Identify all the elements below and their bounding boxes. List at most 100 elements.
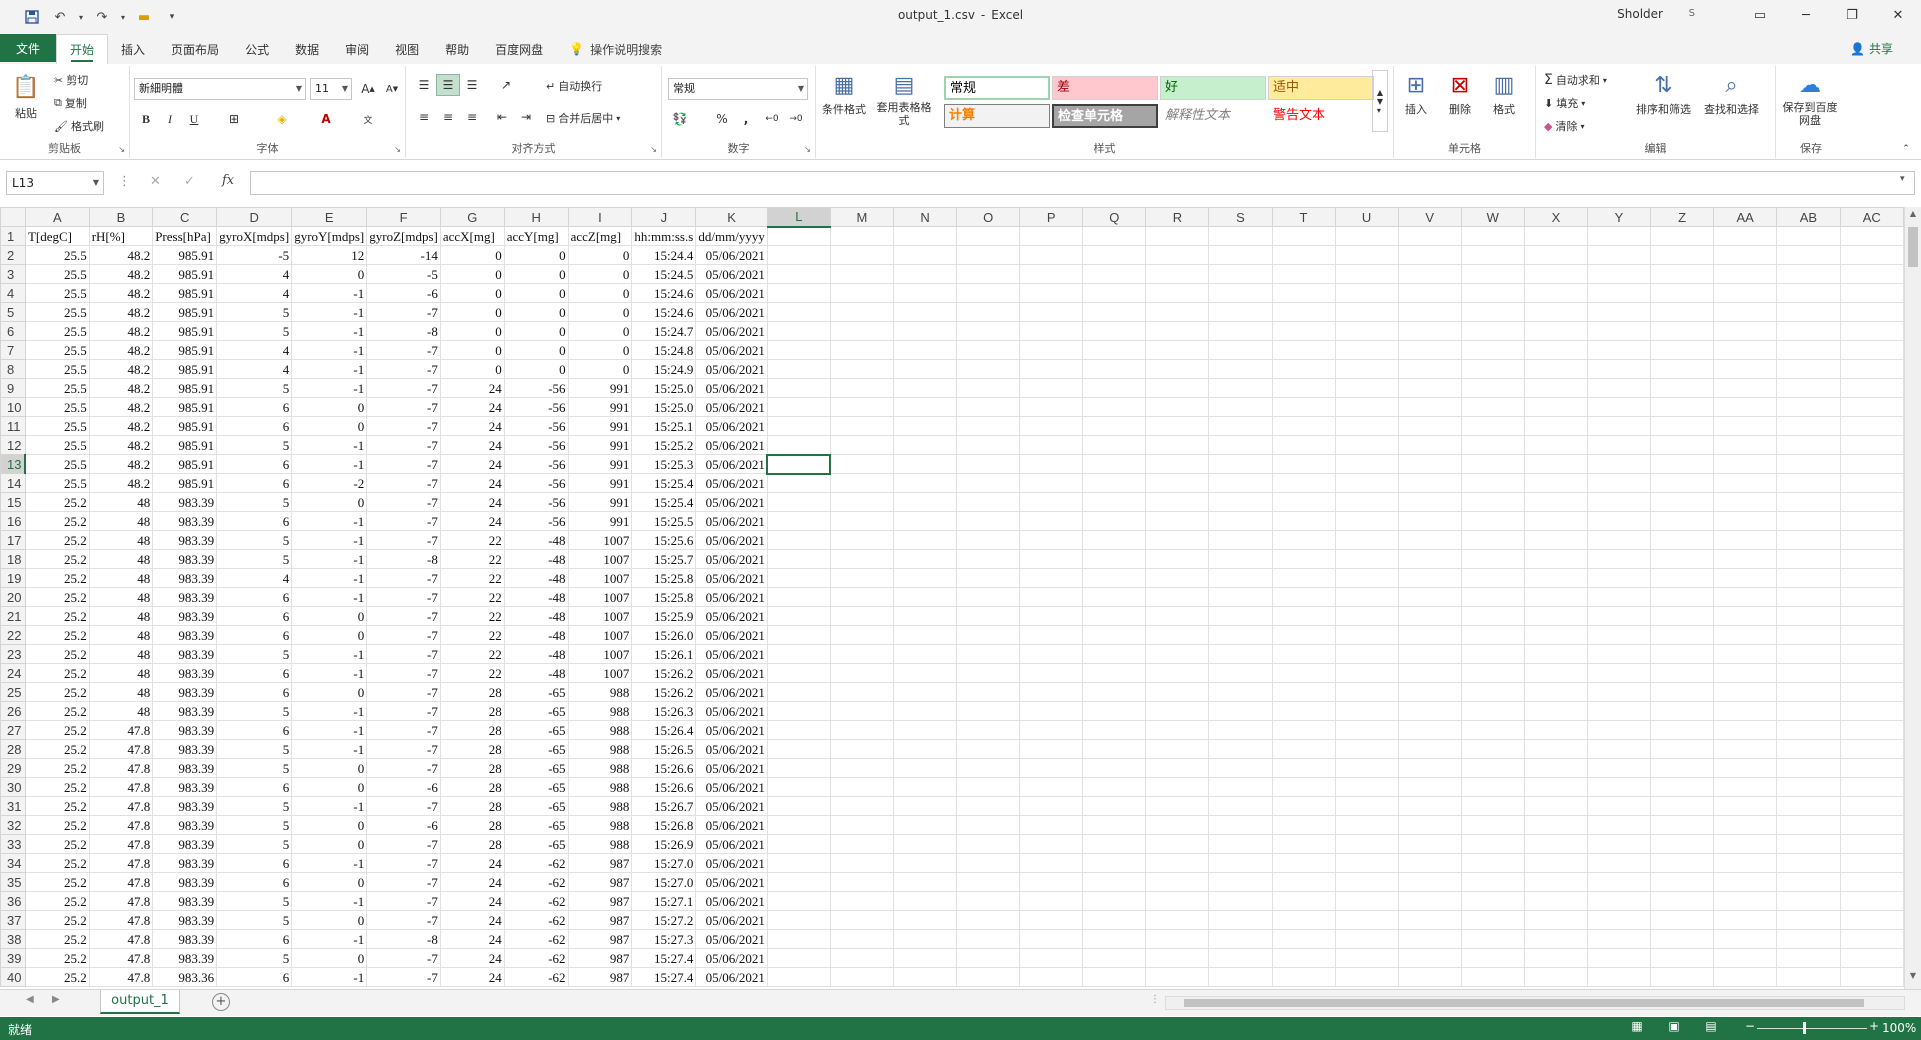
cell[interactable]: -7: [366, 758, 441, 778]
cell[interactable]: 25.2: [24, 739, 90, 759]
cell[interactable]: 15:25.8: [631, 587, 697, 607]
cell[interactable]: 05/06/2021: [695, 796, 768, 816]
cell[interactable]: -62: [503, 910, 569, 930]
column-header[interactable]: A: [24, 207, 90, 227]
cell[interactable]: 0: [291, 416, 368, 436]
cell[interactable]: [892, 340, 958, 360]
cell[interactable]: [1586, 644, 1652, 664]
cell[interactable]: [1839, 739, 1904, 759]
column-header[interactable]: N: [892, 207, 958, 227]
cell[interactable]: 47.8: [88, 853, 154, 873]
cell[interactable]: [1397, 511, 1462, 531]
cell[interactable]: [1650, 473, 1715, 493]
cell[interactable]: [1082, 435, 1147, 455]
cell[interactable]: [1145, 530, 1210, 550]
decrease-decimal-icon[interactable]: →0: [784, 108, 808, 130]
cell[interactable]: 05/06/2021: [695, 416, 768, 436]
cell[interactable]: [1019, 796, 1084, 816]
cell[interactable]: [1523, 568, 1588, 588]
cell[interactable]: [1208, 758, 1273, 778]
cell[interactable]: 47.8: [88, 872, 154, 892]
cell[interactable]: [1208, 720, 1273, 740]
cell[interactable]: [1776, 454, 1841, 474]
cell[interactable]: [1460, 492, 1525, 512]
cell[interactable]: 0: [439, 264, 505, 284]
cell[interactable]: 05/06/2021: [695, 948, 768, 968]
cell[interactable]: [1208, 948, 1273, 968]
cell[interactable]: 48: [88, 625, 154, 645]
cell[interactable]: [1586, 663, 1652, 683]
format-as-table-button[interactable]: ▤ 套用表格格式: [876, 70, 932, 128]
cell[interactable]: 985.91: [152, 283, 218, 303]
cell[interactable]: 983.39: [152, 777, 218, 797]
column-header[interactable]: F: [366, 207, 441, 227]
cell[interactable]: [1776, 796, 1841, 816]
cell[interactable]: 4: [216, 340, 293, 360]
cell[interactable]: 05/06/2021: [695, 321, 768, 341]
cell[interactable]: -1: [291, 929, 368, 949]
cell[interactable]: [1650, 340, 1715, 360]
cell[interactable]: 0: [567, 264, 633, 284]
cell[interactable]: 48.2: [88, 302, 154, 322]
cell[interactable]: [829, 815, 895, 835]
horizontal-scrollbar[interactable]: [1165, 996, 1905, 1010]
cell[interactable]: [766, 948, 831, 968]
cell[interactable]: [1334, 853, 1399, 873]
cell[interactable]: 15:25.4: [631, 473, 697, 493]
cell[interactable]: [956, 435, 1021, 455]
row-header[interactable]: 10: [0, 397, 26, 417]
cell[interactable]: -56: [503, 416, 569, 436]
cell[interactable]: 5: [216, 796, 293, 816]
cell[interactable]: -62: [503, 891, 569, 911]
cell[interactable]: 983.39: [152, 758, 218, 778]
cell[interactable]: [1208, 397, 1273, 417]
cell[interactable]: [1145, 321, 1210, 341]
clear-button[interactable]: ◆ 清除 ▾: [1544, 118, 1584, 134]
user-name[interactable]: Sholder: [1617, 7, 1663, 21]
alignment-launcher-icon[interactable]: ↘: [650, 145, 657, 154]
cell[interactable]: [1776, 682, 1841, 702]
row-header[interactable]: 4: [0, 283, 26, 303]
cell[interactable]: -6: [366, 777, 441, 797]
cell[interactable]: [1019, 473, 1084, 493]
cell[interactable]: [1460, 321, 1525, 341]
cell[interactable]: [1586, 682, 1652, 702]
cell[interactable]: 983.39: [152, 891, 218, 911]
cell[interactable]: 25.5: [24, 397, 90, 417]
cell[interactable]: 47.8: [88, 777, 154, 797]
cell[interactable]: 25.2: [24, 663, 90, 683]
cell[interactable]: [1019, 853, 1084, 873]
cell[interactable]: [1334, 302, 1399, 322]
cell[interactable]: gyroX[mdps]: [216, 226, 293, 246]
cell[interactable]: [1334, 872, 1399, 892]
cell[interactable]: 15:27.4: [631, 948, 697, 968]
cell[interactable]: 0: [503, 321, 569, 341]
cell[interactable]: [892, 872, 958, 892]
cell[interactable]: [1650, 587, 1715, 607]
cell[interactable]: [892, 473, 958, 493]
cell[interactable]: [1839, 644, 1904, 664]
cell[interactable]: -7: [366, 435, 441, 455]
cell[interactable]: [892, 682, 958, 702]
cell[interactable]: [892, 378, 958, 398]
cell[interactable]: [1082, 758, 1147, 778]
cell[interactable]: [1145, 302, 1210, 322]
cell[interactable]: [1019, 397, 1084, 417]
cell[interactable]: [1082, 720, 1147, 740]
cell[interactable]: [766, 701, 831, 721]
cell[interactable]: [1145, 739, 1210, 759]
cell[interactable]: [1713, 796, 1778, 816]
cell[interactable]: [1460, 245, 1525, 265]
cell[interactable]: [1650, 625, 1715, 645]
cell[interactable]: 25.5: [24, 473, 90, 493]
cell[interactable]: [1713, 549, 1778, 569]
cell[interactable]: [1776, 758, 1841, 778]
column-header[interactable]: D: [216, 207, 293, 227]
cell[interactable]: 24: [439, 910, 505, 930]
cell[interactable]: [956, 302, 1021, 322]
cell[interactable]: 15:26.3: [631, 701, 697, 721]
cell[interactable]: 1007: [567, 530, 633, 550]
row-header[interactable]: 15: [0, 492, 26, 512]
cell[interactable]: [956, 967, 1021, 987]
cell[interactable]: [1082, 625, 1147, 645]
